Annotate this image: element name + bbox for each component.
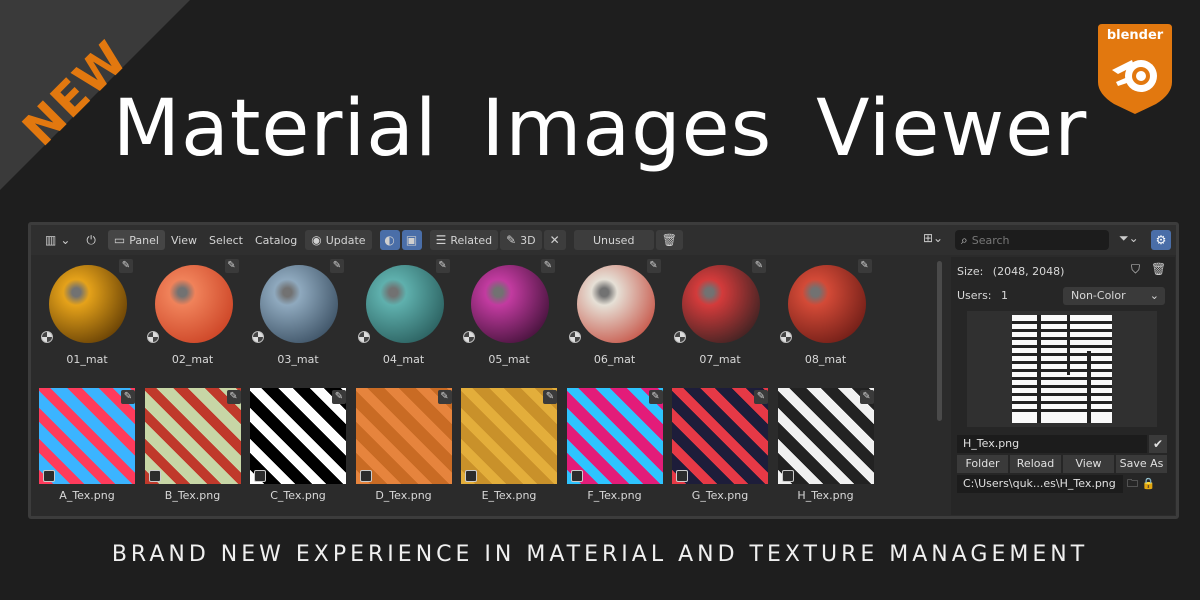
lock-icon[interactable]: 🔒 [1142, 477, 1156, 490]
image-filter-toggle[interactable]: ▣ [401, 230, 422, 250]
filter-icon[interactable]: ⏷⌄ [1119, 231, 1139, 246]
image-type-icon [465, 470, 477, 482]
trash-icon: 🗑 [661, 233, 677, 247]
catalog-menu[interactable]: Catalog [249, 230, 303, 250]
reload-button[interactable]: Reload [1010, 455, 1061, 473]
threed-button[interactable]: ✎ 3D [500, 230, 542, 250]
search-placeholder: Search [971, 233, 1010, 247]
texture-label: D_Tex.png [375, 489, 432, 502]
search-icon: ⌕ [961, 232, 968, 247]
size-label: Size: [957, 265, 984, 278]
clear-button[interactable]: ✕ [543, 230, 566, 250]
power-toggle[interactable]: ⏻ [80, 230, 106, 250]
texture-item[interactable]: ✎ C_Tex.png [248, 257, 348, 507]
edit-icon[interactable]: ✎ [648, 390, 663, 404]
edit-icon[interactable]: ✎ [437, 390, 452, 404]
logo-brand-text: blender [1106, 28, 1164, 43]
page-title: Material Images Viewer [112, 84, 1088, 174]
texture-label: B_Tex.png [164, 489, 221, 502]
update-button[interactable]: ◉ Update [305, 230, 372, 250]
edit-icon[interactable]: ✎ [543, 390, 557, 404]
action-buttons: Folder Reload View Save As [957, 455, 1167, 473]
image-icon: ▣ [405, 233, 418, 247]
texture-item[interactable]: ✎ A_Tex.png [37, 257, 137, 507]
eyedropper-icon: ✎ [506, 233, 517, 247]
list-icon: ☰ [435, 233, 447, 247]
update-label: Update [325, 233, 366, 247]
texture-label: H_Tex.png [797, 489, 854, 502]
view-button[interactable]: View [1063, 455, 1114, 473]
chart-icon: ▥ [45, 233, 57, 247]
monitor-icon: ▭ [113, 233, 126, 247]
refresh-icon: ◉ [311, 233, 322, 247]
edit-icon[interactable]: ✎ [121, 390, 135, 404]
preview-texture [1012, 315, 1112, 423]
users-value: 1 [1001, 289, 1009, 302]
delete-button[interactable]: 🗑 [655, 230, 683, 250]
image-type-icon [781, 470, 794, 482]
texture-label: G_Tex.png [691, 489, 749, 502]
save-as-button[interactable]: Save As [1116, 455, 1167, 473]
select-menu[interactable]: Select [203, 230, 249, 250]
material-filter-toggle[interactable]: ◐ [379, 230, 400, 250]
view-menu[interactable]: View [165, 230, 203, 250]
image-type-icon [570, 470, 583, 482]
texture-label: C_Tex.png [270, 489, 326, 502]
related-label: Related [450, 233, 493, 247]
settings-gear-icon[interactable]: ⚙ [1151, 230, 1171, 250]
power-icon: ⏻ [86, 232, 96, 247]
editor-type-button[interactable]: ▥ ⌄ [39, 230, 80, 250]
related-button[interactable]: ☰ Related [429, 230, 499, 250]
texture-item[interactable]: ✎ F_Tex.png [565, 257, 665, 507]
edit-icon[interactable]: ✎ [332, 390, 346, 404]
chevron-down-icon: ⌄ [1149, 289, 1159, 302]
unused-button[interactable]: Unused [573, 230, 654, 250]
colorspace-value: Non-Color [1071, 289, 1126, 302]
image-name-field[interactable]: H_Tex.png [957, 435, 1147, 453]
material-icon: ◐ [384, 233, 395, 247]
panel-button[interactable]: ▭ Panel [107, 230, 165, 250]
users-label: Users: [957, 289, 992, 302]
texture-item[interactable]: ✎ B_Tex.png [143, 257, 243, 507]
texture-label: F_Tex.png [587, 489, 642, 502]
users-row: Users: 1 [957, 289, 1008, 302]
folder-button[interactable]: Folder [957, 455, 1008, 473]
file-path-field[interactable]: C:\Users\quk...es\H_Tex.png [957, 475, 1123, 493]
colorspace-dropdown[interactable]: Non-Color ⌄ [1063, 287, 1165, 305]
image-type-icon [359, 470, 372, 482]
image-type-icon [43, 470, 55, 482]
edit-icon[interactable]: ✎ [859, 390, 874, 404]
image-type-icon [254, 470, 266, 482]
texture-item[interactable]: ✎ H_Tex.png [776, 257, 876, 507]
trash-icon[interactable]: 🗑 [1151, 262, 1166, 276]
threed-label: 3D [520, 233, 536, 247]
path-icons: 🗀 🔒 [1127, 475, 1155, 494]
image-preview [967, 311, 1157, 427]
size-value: (2048, 2048) [992, 265, 1065, 278]
grid-view-icon[interactable]: ⊞⌄ [923, 231, 943, 245]
search-input[interactable]: ⌕ Search [955, 230, 1109, 250]
size-row: Size: (2048, 2048) [957, 265, 1064, 278]
panel-label: Panel [129, 233, 159, 247]
texture-label: E_Tex.png [481, 489, 537, 502]
asset-grid: ✎ 01_mat ✎ 02_mat ✎ 03_mat ✎ 04_mat ✎ 05_mat ✎ 06_m… [35, 257, 937, 515]
texture-item[interactable]: ✎ D_Tex.png [354, 257, 454, 507]
image-type-icon [148, 470, 161, 482]
blender-logo: blender [1096, 20, 1174, 116]
edit-icon[interactable]: ✎ [226, 390, 241, 404]
edit-icon[interactable]: ✎ [754, 390, 768, 404]
image-type-icon [676, 470, 688, 482]
texture-item[interactable]: ✎ G_Tex.png [670, 257, 770, 507]
viewer-window: ▥ ⌄ ⏻ ▭ Panel View Select Catalog ◉ Update … [28, 222, 1179, 519]
chevron-down-icon: ⌄ [60, 233, 71, 247]
texture-item[interactable]: ✎ E_Tex.png [459, 257, 559, 507]
scrollbar[interactable] [937, 261, 942, 421]
folder-icon[interactable]: 🗀 [1127, 477, 1138, 490]
texture-label: A_Tex.png [59, 489, 115, 502]
tagline: BRAND NEW EXPERIENCE IN MATERIAL AND TEX… [111, 542, 1089, 567]
close-icon: ✕ [549, 233, 560, 247]
confirm-check-icon[interactable]: ✔ [1149, 435, 1167, 453]
image-info-panel: Size: (2048, 2048) ⛉ 🗑 Users: 1 Non-Colo… [951, 257, 1175, 515]
fake-user-shield-icon[interactable]: ⛉ [1131, 262, 1140, 277]
